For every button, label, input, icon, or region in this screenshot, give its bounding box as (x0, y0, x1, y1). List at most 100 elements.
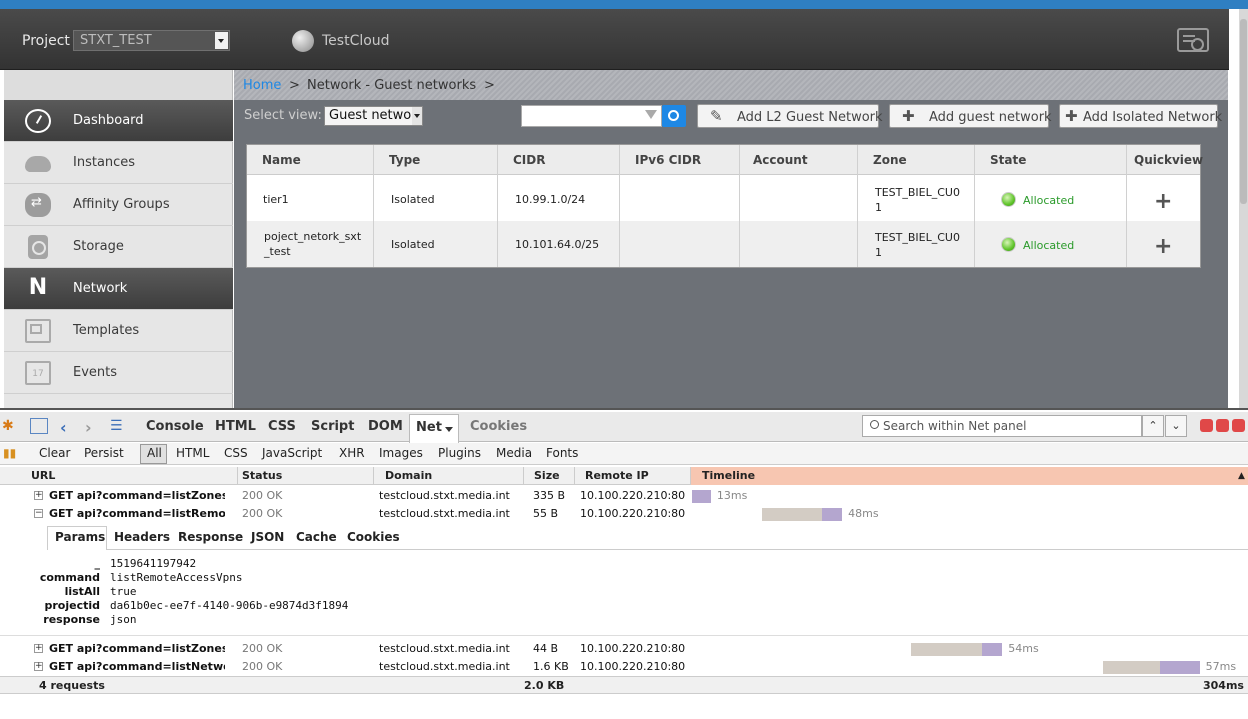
request-url[interactable]: GET api?command=listNetworks (49, 660, 225, 673)
search-button[interactable] (662, 105, 686, 127)
column-header-state[interactable]: State (990, 153, 1026, 167)
detail-tab-params[interactable]: Params (55, 530, 105, 544)
request-detail-panel: Params Headers Response JSON Cache Cooki… (0, 522, 1248, 636)
expand-icon[interactable]: + (34, 644, 43, 653)
sidebar-item-storage[interactable]: Storage (4, 226, 233, 268)
column-divider (373, 467, 374, 485)
sidebar-item-instances[interactable]: Instances (4, 142, 233, 184)
back-arrow-icon[interactable]: ‹ (60, 418, 78, 437)
table-header: Name Type CIDR IPv6 CIDR Account Zone St… (247, 145, 1203, 175)
sidebar-item-affinity-groups[interactable]: Affinity Groups (4, 184, 233, 226)
column-header-account[interactable]: Account (753, 153, 808, 167)
tab-css[interactable]: CSS (268, 419, 296, 434)
request-url[interactable]: GET api?command=listZones (49, 642, 225, 655)
filter-plugins[interactable]: Plugins (438, 446, 481, 460)
sidebar-item-events[interactable]: 17 Events (4, 352, 233, 394)
sidebar-item-templates[interactable]: Templates (4, 310, 233, 352)
clear-button[interactable]: Clear (39, 446, 70, 460)
sidebar: Dashboard Instances Affinity Groups Stor… (4, 70, 233, 408)
quickview-plus-icon[interactable]: + (1154, 234, 1172, 259)
column-header-ipv6[interactable]: IPv6 CIDR (635, 153, 701, 167)
request-status: 200 OK (242, 642, 283, 655)
column-header-size[interactable]: Size (534, 469, 560, 482)
command-line-icon[interactable]: ☰ (110, 418, 128, 434)
sidebar-item-dashboard[interactable]: Dashboard (4, 100, 233, 142)
add-isolated-network-button[interactable]: ✚ Add Isolated Network (1059, 104, 1222, 128)
column-header-url[interactable]: URL (31, 469, 55, 482)
chevron-down-icon[interactable] (215, 32, 228, 49)
detail-tab-cookies[interactable]: Cookies (347, 530, 400, 544)
add-l2-guest-network-button[interactable]: ✎ Add L2 Guest Network (697, 104, 883, 128)
detach-icon[interactable] (1216, 419, 1229, 432)
view-select[interactable]: Guest networks (324, 106, 423, 126)
timeline-bar-receiving (822, 508, 843, 521)
table-row[interactable]: poject_netork_sxt _test Isolated 10.101.6… (247, 221, 1200, 267)
detail-tab-response[interactable]: Response (178, 530, 243, 544)
page-scrollbar[interactable] (1239, 9, 1248, 409)
column-header-status[interactable]: Status (242, 469, 282, 482)
filter-javascript[interactable]: JavaScript (262, 446, 322, 460)
main-panel: Home > Network - Guest networks > Select… (234, 70, 1228, 408)
column-header-timeline[interactable]: Timeline (702, 469, 755, 482)
button-label: Add Isolated Network (1083, 110, 1223, 125)
minimize-icon[interactable] (1200, 419, 1213, 432)
expand-icon[interactable]: + (34, 491, 43, 500)
scrollbar-thumb[interactable] (1240, 19, 1247, 204)
breadcrumb-current[interactable]: Network - Guest networks (307, 78, 476, 93)
tab-console[interactable]: Console (146, 419, 204, 434)
detail-tab-json[interactable]: JSON (251, 530, 284, 544)
request-time: 13ms (716, 489, 748, 502)
tab-html[interactable]: HTML (215, 419, 256, 434)
filter-icon[interactable] (645, 110, 657, 119)
tab-dom[interactable]: DOM (368, 419, 403, 434)
net-search-input[interactable]: Search within Net panel (862, 415, 1142, 437)
close-icon[interactable] (1232, 419, 1245, 432)
column-header-type[interactable]: Type (389, 153, 420, 167)
table-row[interactable]: tier1 Isolated 10.99.1.0/24 TEST_BIEL_CU… (247, 175, 1200, 221)
column-header-zone[interactable]: Zone (873, 153, 907, 167)
filter-html[interactable]: HTML (176, 446, 209, 460)
request-row[interactable]: − GET api?command=listRemoteAccessVpns 2… (0, 505, 1248, 523)
sort-asc-icon[interactable]: ▲ (1238, 471, 1245, 481)
column-header-name[interactable]: Name (262, 153, 301, 167)
search-prev-button[interactable]: ⌃ (1142, 415, 1164, 437)
persist-button[interactable]: Persist (84, 446, 124, 460)
globe-icon (292, 30, 314, 52)
collapse-icon[interactable]: − (34, 509, 43, 518)
filter-xhr[interactable]: XHR (339, 446, 365, 460)
tab-cookies[interactable]: Cookies (470, 419, 527, 434)
add-guest-network-button[interactable]: ✚ Add guest network (889, 104, 1052, 128)
request-url[interactable]: GET api?command=listRemoteAccessVpns (49, 507, 225, 520)
inspect-icon[interactable] (30, 418, 48, 434)
filter-css[interactable]: CSS (224, 446, 248, 460)
quickview-plus-icon[interactable]: + (1154, 189, 1172, 214)
request-row[interactable]: + GET api?command=listZones 200 OK testc… (0, 487, 1248, 505)
certificate-icon[interactable] (1177, 28, 1209, 52)
column-header-domain[interactable]: Domain (385, 469, 432, 482)
param-value: true (110, 585, 137, 598)
firebug-bug-icon[interactable]: ✱ (2, 418, 20, 434)
chevron-down-icon[interactable] (445, 427, 453, 432)
column-header-cidr[interactable]: CIDR (513, 153, 545, 167)
filter-fonts[interactable]: Fonts (546, 446, 578, 460)
search-input[interactable] (521, 105, 662, 127)
request-url[interactable]: GET api?command=listZones (49, 489, 225, 502)
filter-media[interactable]: Media (496, 446, 532, 460)
tab-net[interactable]: Net (409, 414, 459, 443)
tab-script[interactable]: Script (311, 419, 354, 434)
request-row[interactable]: + GET api?command=listNetworks 200 OK te… (0, 658, 1248, 676)
forward-arrow-icon[interactable]: › (85, 418, 103, 437)
request-row[interactable]: + GET api?command=listZones 200 OK testc… (0, 640, 1248, 658)
sidebar-item-network[interactable]: N Network (4, 268, 233, 310)
detail-tab-cache[interactable]: Cache (296, 530, 337, 544)
expand-icon[interactable]: + (34, 662, 43, 671)
column-header-remote-ip[interactable]: Remote IP (585, 469, 649, 482)
breadcrumb-home-link[interactable]: Home (243, 78, 281, 93)
project-select[interactable]: STXT_TEST (73, 30, 230, 51)
detail-tab-headers[interactable]: Headers (114, 530, 170, 544)
filter-images[interactable]: Images (379, 446, 423, 460)
filter-all[interactable]: All (147, 446, 162, 460)
search-next-button[interactable]: ⌄ (1165, 415, 1187, 437)
chevron-down-icon[interactable] (412, 107, 422, 125)
request-size: 55 B (533, 507, 559, 520)
